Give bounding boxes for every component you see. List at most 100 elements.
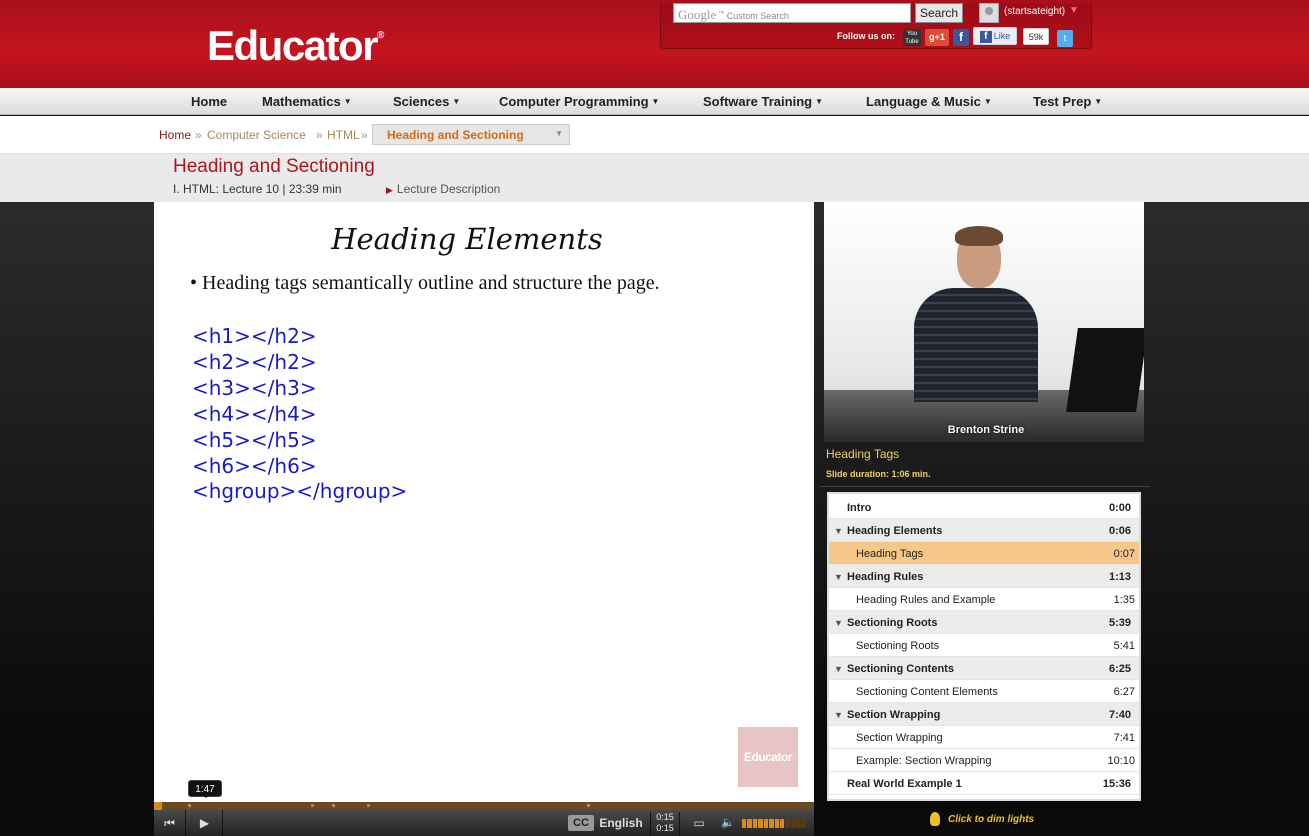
main-nav: Home Mathematics ▼ Sciences ▼ Computer Pro… (0, 88, 1309, 115)
code-line: <hgroup></hgroup> (192, 479, 408, 504)
nav-home[interactable]: Home (191, 94, 227, 109)
chevron-down-icon: ▼ (1094, 97, 1103, 106)
lecture-meta: I. HTML: Lecture 10 | 23:39 min (173, 182, 342, 196)
timeline-tooltip: 1:47 (188, 780, 222, 798)
toc-item[interactable]: Heading Rules and Example 1:35 (829, 588, 1139, 611)
toc-item-label: Section Wrapping (856, 732, 943, 744)
nav-software-training[interactable]: Software Training ▼ (703, 94, 823, 109)
nav-sciences[interactable]: Sciences ▼ (393, 94, 460, 109)
breadcrumb-separator: » (361, 128, 368, 142)
closed-captions-button[interactable]: CC (568, 815, 594, 831)
toc-item-time: 1:35 (1113, 594, 1135, 606)
follow-label: Follow us on: (837, 31, 895, 41)
slide-duration: Slide duration: 1:06 min. (826, 469, 931, 479)
toc-item[interactable]: ▼ Sectioning Roots 5:39 (829, 611, 1139, 634)
search-input[interactable]: Google ™ Custom Search (673, 3, 911, 23)
avatar[interactable] (979, 3, 999, 23)
toc-item[interactable]: Real World Example 1 15:36 (829, 772, 1139, 795)
collapse-triangle-icon[interactable]: ▼ (834, 664, 843, 674)
chevron-down-icon: ▼ (815, 97, 823, 106)
google-plus-icon[interactable]: g+1 (925, 29, 949, 46)
volume-slider[interactable] (742, 819, 807, 828)
toc-item-label: Real World Example 1 (847, 778, 962, 790)
site-header (0, 0, 1309, 88)
search-button[interactable]: Search (915, 3, 963, 23)
play-icon[interactable]: ▶ (187, 810, 223, 836)
toc-item-label: Sectioning Roots (856, 640, 940, 652)
fullscreen-icon[interactable]: ▭ (686, 810, 712, 836)
toc-item[interactable]: ▼ Section Wrapping 7:40 (829, 703, 1139, 726)
youtube-icon[interactable]: You Tube (903, 29, 921, 46)
code-line: <h3></h3> (192, 375, 317, 400)
breadcrumb-home[interactable]: Home (159, 128, 191, 142)
username-link[interactable]: (startsateight) (1004, 6, 1065, 17)
chevron-down-icon: ▼ (651, 97, 660, 106)
code-line: <h6></h6> (192, 453, 317, 478)
breadcrumb-separator: » (316, 128, 323, 142)
breadcrumb-current-dropdown[interactable]: Heading and Sectioning ▼ (372, 124, 570, 145)
toc-item[interactable]: ▼ Heading Elements 0:06 (829, 519, 1139, 542)
code-line: <h5></h5> (192, 427, 317, 452)
volume-segment (801, 819, 807, 828)
toc-item[interactable]: Intro 0:00 (829, 496, 1139, 519)
collapse-triangle-icon[interactable]: ▼ (834, 526, 843, 536)
toc-item-label: Intro (847, 502, 872, 514)
toc-item-label: Sectioning Content Elements (856, 686, 998, 698)
toc-item-label: Sectioning Contents (847, 663, 954, 675)
breadcrumb-computer-science[interactable]: Computer Science (207, 128, 306, 142)
slide-viewer: Heading Elements • Heading tags semantic… (154, 202, 814, 802)
toc-item[interactable]: Sectioning Roots 5:41 (829, 634, 1139, 657)
breadcrumb-html[interactable]: HTML (327, 128, 360, 142)
toc-item[interactable]: Example: Section Wrapping 10:10 (829, 749, 1139, 772)
toc-item-time: 7:41 (1113, 732, 1135, 744)
slide-title: Heading Elements (331, 222, 603, 256)
nav-test-prep[interactable]: Test Prep ▼ (1033, 94, 1102, 109)
toc-item-time: 15:36 (1102, 778, 1131, 790)
chevron-down-icon: ▼ (452, 97, 461, 106)
toc-item[interactable]: Sectioning Content Elements 6:27 (829, 680, 1139, 703)
volume-icon[interactable]: 🔈 (718, 810, 738, 836)
chapter-mark (188, 804, 191, 807)
time-display: 0:15 0:15 (650, 812, 680, 836)
toc-item-label: Heading Rules and Example (856, 594, 996, 606)
toc-item[interactable]: Heading Tags 0:07 (829, 542, 1139, 565)
caption-language[interactable]: English (598, 810, 644, 836)
toc-item[interactable]: Section Wrapping 7:41 (829, 726, 1139, 749)
toc-item[interactable]: ▼ Sectioning Contents 6:25 (829, 657, 1139, 680)
chapter-mark (332, 804, 335, 807)
toc-item-label: Section Wrapping (847, 709, 941, 721)
dim-lights-link[interactable]: Click to dim lights (932, 814, 1034, 825)
nav-language-music[interactable]: Language & Music ▼ (866, 94, 992, 109)
instructor-figure (914, 288, 1038, 402)
chapter-mark (367, 804, 370, 807)
nav-computer-programming[interactable]: Computer Programming ▼ (499, 94, 659, 109)
lecture-description-toggle[interactable]: ▶ Lecture Description (386, 182, 500, 196)
educator-watermark: Educator (738, 727, 798, 787)
toc-item-label: Sectioning Roots (847, 617, 938, 629)
volume-segment (742, 819, 747, 828)
facebook-icon[interactable]: f (953, 29, 969, 46)
facebook-like-button[interactable]: f Like (973, 27, 1017, 45)
nav-mathematics[interactable]: Mathematics ▼ (262, 94, 352, 109)
timeline-scrubber[interactable] (154, 802, 814, 810)
chevron-down-icon: ▼ (343, 97, 352, 106)
divider (820, 486, 1150, 487)
toc-item-time: 0:06 (1108, 525, 1131, 537)
table-of-contents: Intro 0:00 ▼ Heading Elements 0:06 Heading Ta… (827, 492, 1141, 801)
toc-item-time: 1:13 (1108, 571, 1131, 583)
slide-code: <h1></h2> <h2></h2> <h3></h3> <h4></h4> … (192, 324, 407, 505)
like-count: 59k (1023, 28, 1049, 45)
chevron-down-icon[interactable]: ▼ (1069, 5, 1079, 16)
toc-item-time: 10:10 (1107, 755, 1135, 767)
collapse-triangle-icon[interactable]: ▼ (834, 710, 843, 720)
previous-icon[interactable]: ⏮ (154, 810, 186, 836)
educator-logo[interactable]: Educator® (207, 22, 384, 70)
twitter-icon[interactable]: t (1057, 30, 1073, 47)
volume-segment (796, 819, 801, 828)
toc-item[interactable]: ▼ Heading Rules 1:13 (829, 565, 1139, 588)
instructor-hair (955, 226, 1003, 246)
instructor-video[interactable]: Brenton Strine (824, 202, 1144, 442)
collapse-triangle-icon[interactable]: ▼ (834, 618, 843, 628)
collapse-triangle-icon[interactable]: ▼ (834, 572, 843, 582)
code-line: <h2></h2> (192, 349, 317, 374)
